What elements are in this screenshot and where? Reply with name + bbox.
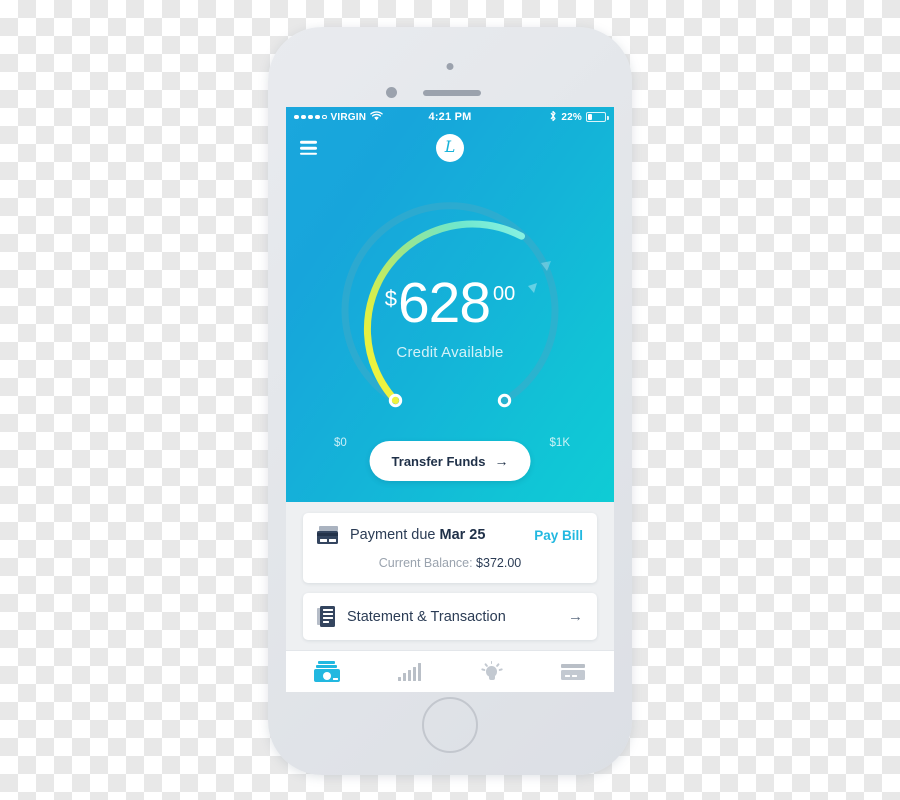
money-icon	[314, 661, 340, 682]
transfer-funds-button[interactable]: Transfer Funds →	[369, 441, 531, 481]
carrier-label: VIRGIN	[330, 111, 367, 123]
payment-due-text: Payment due Mar 25	[350, 527, 534, 543]
wifi-icon	[370, 110, 383, 124]
current-balance-row: Current Balance: $372.00	[317, 556, 583, 570]
app-header: L	[286, 127, 614, 169]
tab-cards[interactable]	[532, 651, 614, 692]
status-bar: VIRGIN 4:21 PM 22%	[286, 107, 614, 127]
tab-tips[interactable]	[450, 651, 532, 692]
credit-available-label: Credit Available	[396, 344, 504, 361]
statement-card[interactable]: Statement & Transaction →	[303, 593, 597, 640]
arrow-right-icon: →	[568, 608, 583, 625]
tab-accounts[interactable]	[286, 651, 368, 692]
lightbulb-icon	[479, 660, 503, 683]
app-logo[interactable]: L	[436, 134, 464, 162]
credit-gauge: $ 628 00 Credit Available $0 $1K Transfe…	[286, 169, 614, 481]
front-camera-dot	[386, 87, 397, 98]
transfer-funds-label: Transfer Funds	[391, 453, 486, 469]
proximity-sensor-dot	[446, 63, 454, 70]
bar-chart-icon	[397, 662, 421, 681]
payment-due-row: Payment due Mar 25 Pay Bill	[317, 526, 583, 544]
credit-card-icon	[561, 663, 585, 680]
cards-region: Payment due Mar 25 Pay Bill Current Bala…	[286, 502, 614, 650]
payment-due-card[interactable]: Payment due Mar 25 Pay Bill Current Bala…	[303, 513, 597, 583]
hero-panel: VIRGIN 4:21 PM 22% L $ 628 00 Credit Ava…	[286, 107, 614, 502]
gauge-center-readout: $ 628 00 Credit Available	[286, 275, 614, 362]
pay-bill-button[interactable]: Pay Bill	[534, 528, 583, 543]
status-bar-left: VIRGIN	[294, 110, 383, 124]
payment-due-date: Mar 25	[439, 527, 486, 543]
status-bar-right: 22%	[549, 110, 609, 125]
currency-symbol: $	[384, 286, 397, 311]
credit-cards-icon	[317, 526, 339, 544]
tab-insights[interactable]	[368, 651, 450, 692]
statement-label: Statement & Transaction	[347, 608, 506, 625]
amount-cents: 00	[493, 283, 516, 305]
home-button[interactable]	[422, 697, 478, 753]
current-balance-label: Current Balance:	[378, 556, 477, 570]
phone-device: VIRGIN 4:21 PM 22% L $ 628 00 Credit Ava…	[268, 27, 632, 775]
bluetooth-icon	[549, 110, 557, 125]
arrow-right-icon: →	[494, 453, 509, 469]
battery-icon	[586, 112, 609, 122]
battery-percent-label: 22%	[561, 111, 582, 123]
current-balance-value: $372.00	[476, 556, 522, 570]
earpiece-speaker	[423, 90, 481, 96]
signal-strength-icon	[294, 114, 327, 120]
gauge-max-label: $1K	[549, 437, 570, 449]
document-icon	[317, 606, 336, 627]
hamburger-menu-icon[interactable]	[300, 138, 317, 159]
phone-screen: VIRGIN 4:21 PM 22% L $ 628 00 Credit Ava…	[286, 107, 614, 692]
amount-integer: 628	[397, 271, 491, 335]
gauge-min-label: $0	[334, 437, 347, 449]
payment-due-prefix: Payment due	[350, 527, 440, 543]
bottom-tab-bar	[286, 650, 614, 692]
credit-amount: $ 628 00	[286, 275, 614, 332]
